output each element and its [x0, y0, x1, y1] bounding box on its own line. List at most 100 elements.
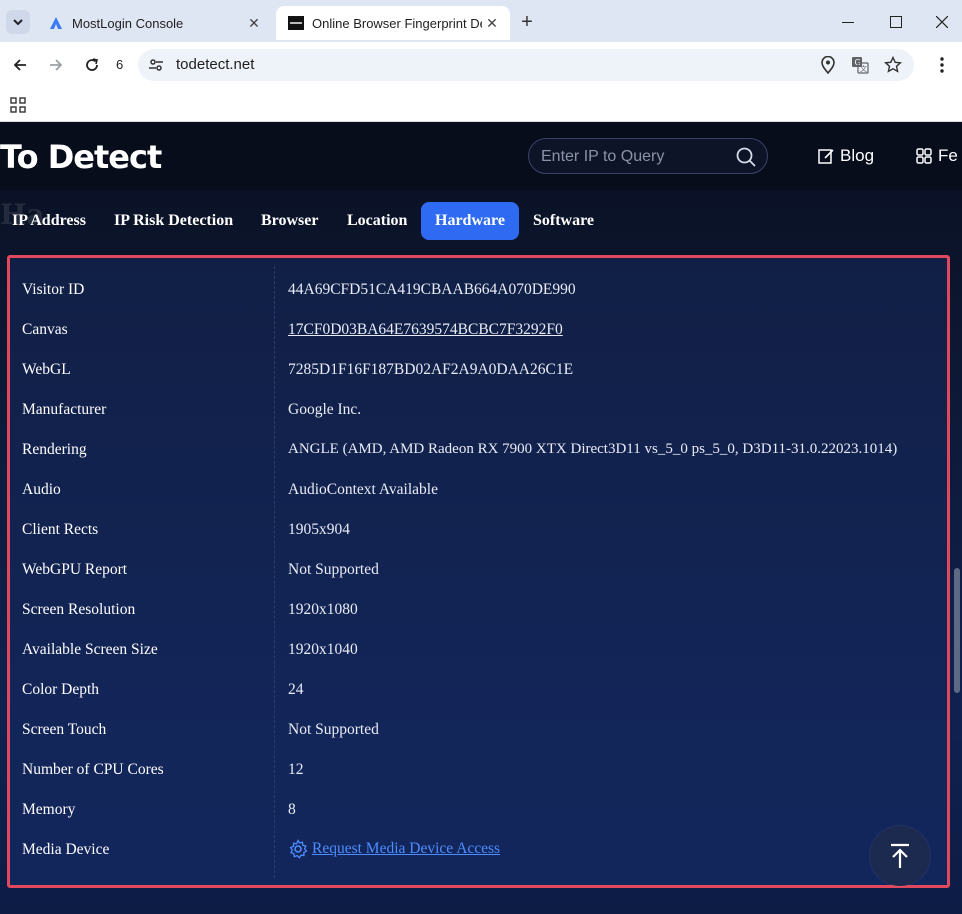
media-link-label: Request Media Device Access	[312, 840, 501, 857]
row-label: Audio	[22, 481, 61, 498]
row-label: Visitor ID	[22, 281, 85, 298]
row-value: ANGLE (AMD, AMD Radeon RX 7900 XTX Direc…	[288, 441, 898, 457]
canvas-hash-link[interactable]: 17CF0D03BA64E7639574BCBC7F3292F0	[288, 321, 563, 339]
info-row-client-rects: Client Rects 1905x904	[10, 511, 947, 551]
arrow-left-icon	[13, 59, 26, 71]
row-label: Client Rects	[22, 521, 99, 538]
grid-icon	[916, 148, 932, 164]
browser-tab-todetect[interactable]: Online Browser Fingerprint De ✕	[276, 6, 510, 40]
site-settings-icon[interactable]	[146, 55, 166, 75]
row-label: WebGPU Report	[22, 561, 128, 578]
maximize-icon	[890, 16, 902, 28]
minimize-button[interactable]	[836, 10, 860, 34]
chevron-down-icon	[13, 19, 23, 26]
info-row-media-device: Media Device Request Media Device Access	[10, 831, 947, 871]
row-value: 1920x1080	[288, 601, 358, 618]
row-label: Manufacturer	[22, 401, 107, 418]
search-icon[interactable]	[735, 146, 757, 168]
tab-location[interactable]: Location	[335, 202, 419, 240]
row-value: 1905x904	[288, 521, 350, 538]
category-nav: Ha IP Address IP Risk Detection Browser …	[0, 190, 962, 254]
page-scrollbar-thumb[interactable]	[954, 568, 960, 693]
row-value: 24	[288, 681, 304, 698]
close-icon	[936, 16, 948, 28]
arrow-up-to-top-icon	[891, 843, 909, 868]
back-to-top-button[interactable]	[870, 826, 930, 886]
browser-toolbar: 6 todetect.net G文	[0, 42, 962, 88]
translate-icon[interactable]: G文	[850, 55, 870, 75]
tab-hardware[interactable]: Hardware	[421, 202, 519, 240]
info-row-manufacturer: Manufacturer Google Inc.	[10, 391, 947, 431]
info-row-rendering: Rendering ANGLE (AMD, AMD Radeon RX 7900…	[10, 431, 947, 471]
close-icon[interactable]: ✕	[246, 15, 262, 31]
info-row-webgl: WebGL 7285D1F16F187BD02AF2A9A0DAA26C1E	[10, 351, 947, 391]
row-label: Screen Touch	[22, 721, 107, 738]
row-value: Google Inc.	[288, 401, 362, 418]
tab-software[interactable]: Software	[521, 202, 606, 240]
reload-button[interactable]	[80, 53, 104, 77]
bookmark-star-icon[interactable]	[883, 55, 903, 75]
info-row-visitor-id: Visitor ID 44A69CFD51CA419CBAAB664A070DE…	[10, 271, 947, 311]
info-row-available-screen-size: Available Screen Size 1920x1040	[10, 631, 947, 671]
row-value: AudioContext Available	[288, 481, 438, 498]
row-label: Media Device	[22, 841, 110, 858]
url-text[interactable]: todetect.net	[176, 56, 254, 73]
site-logo[interactable]: To Detect	[0, 138, 162, 176]
tab-title: MostLogin Console	[72, 15, 184, 31]
blog-link-label: Blog	[840, 146, 875, 165]
browser-tabstrip: MostLogin Console ✕ Online Browser Finge…	[0, 0, 962, 42]
gear-icon	[289, 839, 308, 859]
row-value: Not Supported	[288, 721, 379, 738]
more-vertical-icon	[940, 57, 944, 73]
tab-ip-address[interactable]: IP Address	[0, 202, 98, 240]
address-bar[interactable]: todetect.net G文	[138, 49, 914, 81]
blog-link[interactable]: Blog	[818, 146, 874, 166]
info-row-memory: Memory 8	[10, 791, 947, 831]
ip-search-input[interactable]	[541, 145, 731, 169]
minimize-icon	[842, 22, 854, 23]
row-value: 44A69CFD51CA419CBAAB664A070DE990	[288, 281, 576, 298]
features-link-label: Fe	[938, 146, 958, 165]
forward-button[interactable]	[44, 53, 68, 77]
row-label: Screen Resolution	[22, 601, 136, 618]
apps-grid-icon[interactable]	[10, 97, 26, 113]
tab-search-button[interactable]	[6, 10, 30, 34]
bookmarks-bar	[0, 88, 962, 122]
extension-count: 6	[116, 57, 124, 72]
svg-text:文: 文	[860, 64, 867, 73]
row-label: Rendering	[22, 441, 87, 458]
row-value: 8	[288, 801, 296, 818]
info-row-audio: Audio AudioContext Available	[10, 471, 947, 511]
reload-icon	[86, 58, 98, 71]
arrow-right-icon	[50, 59, 63, 71]
todetect-favicon-icon	[288, 15, 304, 31]
maximize-button[interactable]	[884, 10, 908, 34]
site-header: To Detect Blog Fe	[0, 122, 962, 190]
features-link[interactable]: Fe	[916, 146, 958, 166]
row-value: 7285D1F16F187BD02AF2A9A0DAA26C1E	[288, 361, 574, 378]
tab-ip-risk-detection[interactable]: IP Risk Detection	[102, 202, 245, 240]
row-label: Available Screen Size	[22, 641, 158, 658]
back-button[interactable]	[8, 53, 32, 77]
request-media-access-link[interactable]: Request Media Device Access	[288, 839, 500, 859]
new-tab-button[interactable]: +	[516, 12, 538, 34]
location-pin-icon[interactable]	[818, 55, 838, 75]
row-label: WebGL	[22, 361, 71, 378]
tab-browser[interactable]: Browser	[249, 202, 330, 240]
window-close-button[interactable]	[930, 10, 954, 34]
row-value: Not Supported	[288, 561, 379, 578]
row-value: 1920x1040	[288, 641, 358, 658]
row-label: Number of CPU Cores	[22, 761, 164, 778]
hardware-info-panel: Visitor ID 44A69CFD51CA419CBAAB664A070DE…	[7, 255, 950, 888]
row-label: Memory	[22, 801, 76, 818]
info-row-screen-touch: Screen Touch Not Supported	[10, 711, 947, 751]
page-content: To Detect Blog Fe Ha IP Address IP Risk …	[0, 122, 962, 914]
row-label: Canvas	[22, 321, 68, 338]
info-row-color-depth: Color Depth 24	[10, 671, 947, 711]
browser-tab-mostlogin[interactable]: MostLogin Console ✕	[36, 6, 272, 40]
info-row-webgpu-report: WebGPU Report Not Supported	[10, 551, 947, 591]
close-icon[interactable]: ✕	[484, 15, 500, 31]
browser-menu-button[interactable]	[930, 53, 954, 77]
edit-icon	[818, 149, 834, 164]
row-label: Color Depth	[22, 681, 100, 698]
